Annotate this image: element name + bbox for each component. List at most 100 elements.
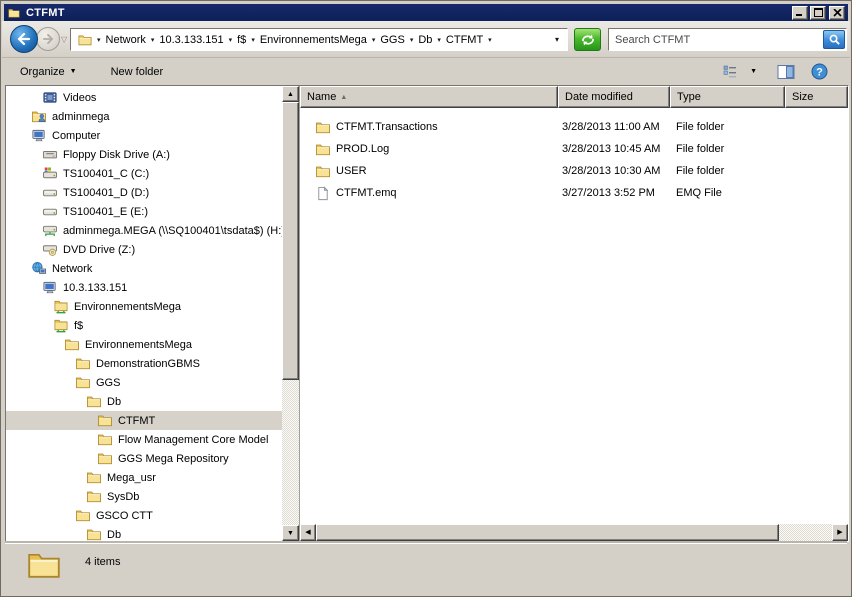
file-row[interactable]: CTFMT.Transactions3/28/2013 11:00 AMFile… [300, 116, 848, 138]
network-icon [31, 261, 47, 276]
new-folder-button[interactable]: New folder [103, 62, 172, 82]
scroll-right-icon[interactable]: ▶ [832, 524, 848, 541]
folder-icon [75, 375, 91, 390]
tree-item[interactable]: GSCO CTT [6, 506, 282, 525]
folder-tree: Videos adminmega Computer Floppy Disk Dr… [6, 86, 282, 541]
help-icon[interactable]: ? [807, 60, 832, 83]
breadcrumb-item[interactable]: CTFMT [443, 32, 486, 48]
file-type: File folder [670, 121, 785, 133]
file-list-pane: Name ▲ Date modified Type Size CTFMT.Tra… [299, 86, 848, 541]
views-dropdown-arrow[interactable]: ▼ [750, 68, 757, 75]
file-name: CTFMT.Transactions [336, 121, 438, 133]
back-button[interactable] [10, 25, 38, 53]
column-label: Type [677, 91, 701, 103]
tree-vertical-scrollbar[interactable]: ▲ ▼ [282, 86, 299, 541]
recent-pages-dropdown[interactable]: ▽ [61, 35, 67, 44]
tree-item-label: GSCO CTT [96, 510, 153, 522]
breadcrumb-dropdown-icon[interactable]: ▾ [249, 36, 257, 44]
content-area: Videos adminmega Computer Floppy Disk Dr… [5, 85, 849, 542]
files-scrollbar-track[interactable] [779, 524, 832, 541]
folder-icon [64, 337, 80, 352]
explorer-window: CTFMT ▽ ▾Network▾10.3.133.151▾f$▾Environ… [0, 0, 852, 597]
breadcrumb[interactable]: ▾Network▾10.3.133.151▾f$▾EnvironnementsM… [70, 28, 568, 51]
tree-item[interactable]: EnvironnementsMega [6, 335, 282, 354]
tree-item-label: DemonstrationGBMS [96, 358, 200, 370]
breadcrumb-item[interactable]: 10.3.133.151 [156, 32, 226, 48]
breadcrumb-dropdown-icon[interactable]: ▾ [227, 36, 235, 44]
breadcrumb-dropdown-icon[interactable]: ▾ [486, 36, 494, 44]
shared-folder-icon [53, 318, 69, 333]
tree-item[interactable]: Db [6, 525, 282, 541]
breadcrumb-item[interactable]: GGS [377, 32, 407, 48]
refresh-button[interactable] [574, 28, 601, 51]
column-header-size[interactable]: Size [785, 86, 848, 108]
tree-item[interactable]: 10.3.133.151 [6, 278, 282, 297]
item-count: 4 items [85, 556, 120, 568]
scroll-left-icon[interactable]: ◀ [300, 524, 316, 541]
breadcrumb-dropdown-icon[interactable]: ▾ [435, 36, 443, 44]
folder-icon [25, 548, 63, 582]
tree-item[interactable]: TS100401_E (E:) [6, 202, 282, 221]
file-name-cell: PROD.Log [300, 142, 558, 157]
tree-item[interactable]: adminmega.MEGA (\\SQ100401\tsdata$) (H:) [6, 221, 282, 240]
scroll-up-icon[interactable]: ▲ [282, 86, 299, 102]
organize-button[interactable]: Organize ▼ [12, 62, 85, 82]
caption-buttons [792, 6, 845, 20]
tree-item[interactable]: CTFMT [6, 411, 282, 430]
tree-item[interactable]: SysDb [6, 487, 282, 506]
drive-os-icon [42, 166, 58, 181]
tree-scrollbar-thumb[interactable] [282, 102, 299, 380]
breadcrumb-dropdown-icon[interactable]: ▾ [370, 36, 378, 44]
maximize-button[interactable] [810, 6, 826, 20]
tree-item[interactable]: TS100401_D (D:) [6, 183, 282, 202]
tree-item[interactable]: GGS Mega Repository [6, 449, 282, 468]
tree-item-label: adminmega [52, 111, 109, 123]
tree-item[interactable]: Computer [6, 126, 282, 145]
tree-item[interactable]: Mega_usr [6, 468, 282, 487]
tree-item-label: Db [107, 529, 121, 541]
tree-item[interactable]: Network [6, 259, 282, 278]
breadcrumb-dropdown-icon[interactable]: ▾ [149, 36, 157, 44]
address-bar: ▽ ▾Network▾10.3.133.151▾f$▾Environnement… [2, 21, 850, 58]
tree-item-label: f$ [74, 320, 83, 332]
tree-item[interactable]: f$ [6, 316, 282, 335]
files-horizontal-scrollbar[interactable]: ◀ ▶ [300, 524, 848, 541]
folder-icon [86, 470, 102, 485]
breadcrumb-dropdown-icon[interactable]: ▾ [95, 36, 103, 44]
file-row[interactable]: USER3/28/2013 10:30 AMFile folder [300, 160, 848, 182]
title-bar[interactable]: CTFMT [4, 4, 848, 21]
file-row[interactable]: CTFMT.emq3/27/2013 3:52 PMEMQ File [300, 182, 848, 204]
search-icon[interactable] [823, 30, 845, 49]
tree-item[interactable]: EnvironnementsMega [6, 297, 282, 316]
breadcrumb-item[interactable]: EnvironnementsMega [257, 32, 370, 48]
tree-item[interactable]: TS100401_C (C:) [6, 164, 282, 183]
column-header-date-modified[interactable]: Date modified [558, 86, 670, 108]
tree-item[interactable]: DemonstrationGBMS [6, 354, 282, 373]
forward-button[interactable] [36, 27, 60, 51]
scroll-down-icon[interactable]: ▼ [282, 525, 299, 541]
breadcrumb-overflow-chevron[interactable]: ▾ [551, 35, 563, 44]
tree-item[interactable]: Flow Management Core Model [6, 430, 282, 449]
tree-item[interactable]: DVD Drive (Z:) [6, 240, 282, 259]
preview-pane-button[interactable] [773, 61, 799, 83]
files-scrollbar-thumb[interactable] [316, 524, 779, 541]
folder-icon[interactable] [77, 33, 93, 47]
tree-item[interactable]: adminmega [6, 107, 282, 126]
breadcrumb-item[interactable]: Db [415, 32, 435, 48]
tree-item[interactable]: GGS [6, 373, 282, 392]
breadcrumb-item[interactable]: f$ [234, 32, 249, 48]
sort-ascending-icon: ▲ [340, 94, 347, 101]
tree-scrollbar-track[interactable] [282, 380, 299, 525]
close-button[interactable] [829, 6, 845, 20]
tree-item[interactable]: Floppy Disk Drive (A:) [6, 145, 282, 164]
minimize-button[interactable] [792, 6, 808, 20]
column-header-type[interactable]: Type [670, 86, 785, 108]
file-row[interactable]: PROD.Log3/28/2013 10:45 AMFile folder [300, 138, 848, 160]
tree-item[interactable]: Db [6, 392, 282, 411]
views-button[interactable] [718, 61, 742, 82]
breadcrumb-item[interactable]: Network [103, 32, 149, 48]
column-header-name[interactable]: Name ▲ [300, 86, 558, 108]
breadcrumb-dropdown-icon[interactable]: ▾ [408, 36, 416, 44]
search-input[interactable] [609, 34, 823, 46]
tree-item[interactable]: Videos [6, 88, 282, 107]
